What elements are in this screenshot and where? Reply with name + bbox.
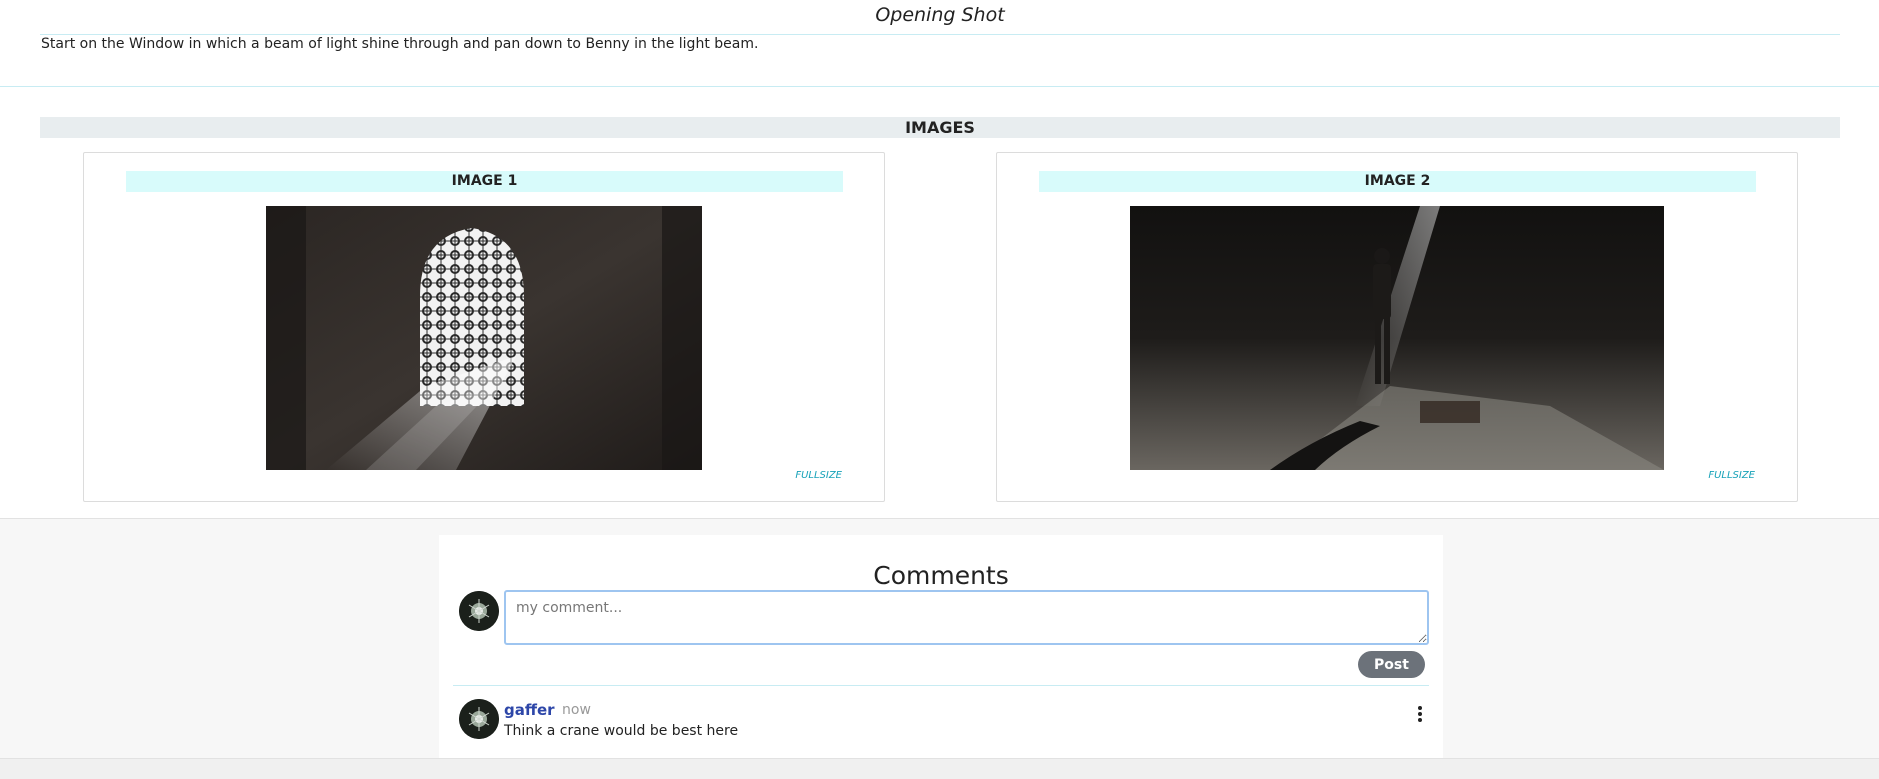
more-options-icon[interactable]: [1413, 705, 1427, 725]
fullsize-link[interactable]: FULLSIZE: [1708, 470, 1755, 481]
avatar: [459, 591, 499, 631]
section-divider: [0, 86, 1879, 87]
post-button[interactable]: Post: [1358, 651, 1425, 678]
image-card-title: IMAGE 2: [1039, 171, 1756, 192]
comments-divider: [453, 685, 1429, 686]
fullsize-link[interactable]: FULLSIZE: [795, 470, 842, 481]
bottom-strip: [0, 758, 1879, 779]
shot-header: Opening Shot: [40, 0, 1840, 35]
image-card-title: IMAGE 1: [126, 171, 843, 192]
comments-heading: Comments: [873, 561, 1009, 590]
comment-text: Think a crane would be best here: [504, 723, 739, 739]
image-card-1: IMAGE 1 FULLSIZE: [83, 152, 885, 502]
images-heading: IMAGES: [40, 117, 1840, 138]
image-2-photo[interactable]: [1130, 206, 1664, 470]
image-1-photo[interactable]: [266, 206, 702, 470]
comment-author[interactable]: gaffer: [504, 701, 555, 719]
comments-area: Comments Post gaffer now: [0, 518, 1879, 759]
list-item: gaffer now Think a crane would be best h…: [453, 695, 1429, 755]
shot-title: Opening Shot: [875, 4, 1005, 26]
avatar[interactable]: [459, 699, 499, 739]
comments-panel: Comments Post gaffer now: [439, 535, 1443, 759]
image-card-2: IMAGE 2 FULLSIZE: [996, 152, 1798, 502]
comment-input[interactable]: [504, 590, 1429, 645]
shot-description: Start on the Window in which a beam of l…: [41, 36, 759, 52]
comment-timestamp: now: [562, 702, 591, 718]
